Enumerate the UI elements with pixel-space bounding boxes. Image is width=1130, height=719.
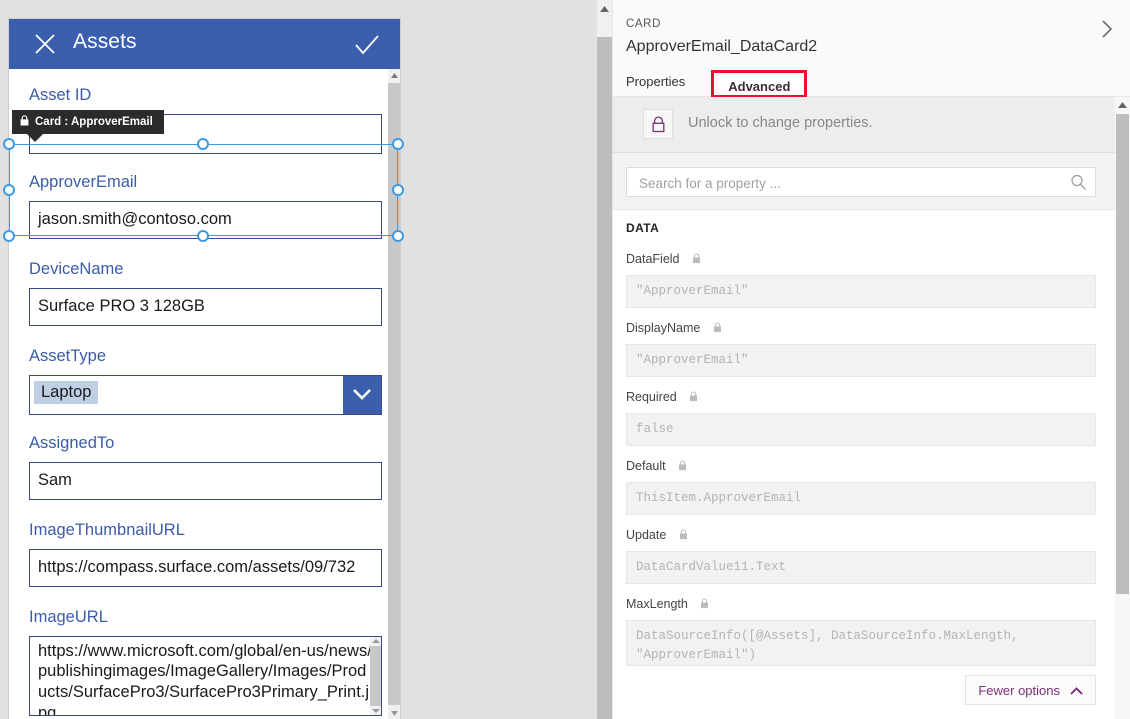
scroll-down-arrow-icon[interactable] (388, 707, 400, 719)
chevron-up-icon (1070, 683, 1083, 698)
property-label: DisplayName (626, 321, 701, 335)
properties-panel: CARD ApproverEmail_DataCard2 Properties … (612, 0, 1130, 719)
textarea-scrollbar[interactable] (370, 636, 381, 715)
data-card-asset-type[interactable]: AssetType Laptop (9, 348, 400, 415)
data-card-device-name[interactable]: DeviceName Surface PRO 3 128GB (9, 261, 400, 326)
form-app-bar: Assets (9, 19, 400, 69)
scroll-up-arrow-icon[interactable] (388, 69, 400, 81)
resize-handle-top-center[interactable] (197, 138, 209, 150)
resize-handle-bottom-right[interactable] (392, 230, 404, 242)
tab-advanced[interactable]: Advanced (711, 70, 808, 98)
data-card-image-thumbnail-url[interactable]: ImageThumbnailURL https://compass.surfac… (9, 522, 400, 587)
lock-icon (679, 527, 688, 540)
resize-handle-middle-right[interactable] (392, 184, 404, 196)
panel-control-name: ApproverEmail_DataCard2 (626, 38, 818, 55)
designer-canvas: Assets Asset ID ApproverEmail jason.smit… (0, 0, 612, 719)
property-search-area (613, 153, 1130, 210)
field-label: Asset ID (29, 86, 92, 104)
scroll-up-arrow-icon[interactable] (372, 638, 380, 643)
property-value[interactable]: "ApproverEmail" (626, 275, 1096, 309)
fewer-options-label: Fewer options (978, 682, 1060, 698)
property-value[interactable]: ThisItem.ApproverEmail (626, 482, 1096, 516)
field-label: AssignedTo (29, 434, 115, 452)
lock-banner: Unlock to change properties. (613, 97, 1130, 153)
field-label: ApproverEmail (29, 173, 138, 191)
search-icon[interactable] (1070, 174, 1087, 191)
field-input-assigned-to[interactable]: Sam (29, 461, 382, 500)
form-scroll-thumb[interactable] (388, 83, 400, 705)
section-title-data: DATA (626, 221, 660, 235)
property-label: Default (626, 459, 666, 473)
dropdown-selected-value: Laptop (34, 380, 99, 404)
property-value[interactable]: DataSourceInfo([@Assets], DataSourceInfo… (626, 620, 1096, 666)
panel-kicker: CARD (626, 18, 661, 30)
field-dropdown-asset-type[interactable]: Laptop (29, 374, 382, 415)
field-label: DeviceName (29, 260, 124, 278)
lock-icon (713, 320, 722, 333)
property-label: Update (626, 528, 667, 542)
lock-message: Unlock to change properties. (688, 115, 873, 131)
property-label: Required (626, 390, 677, 404)
tab-properties[interactable]: Properties (626, 70, 699, 95)
form-scrollbar[interactable] (388, 69, 400, 719)
field-input-image-thumbnail-url[interactable]: https://compass.surface.com/assets/09/73… (29, 548, 382, 587)
panel-scroll-thumb[interactable] (1116, 114, 1129, 594)
property-list: DATA DataField "ApproverEmail" DisplayNa… (613, 210, 1116, 719)
form-title: Assets (73, 30, 137, 53)
tooltip-tail (26, 133, 44, 142)
checkmark-icon[interactable] (354, 33, 380, 57)
property-value[interactable]: DataCardValue11.Text (626, 551, 1096, 585)
canvas-scroll-thumb[interactable] (597, 37, 612, 719)
scroll-up-arrow-icon[interactable] (1115, 97, 1130, 112)
edit-form: Asset ID ApproverEmail jason.smith@conto… (9, 69, 400, 719)
property-row-update: Update DataCardValue11.Text (626, 526, 1096, 585)
image-url-text: https://www.microsoft.com/global/en-us/n… (38, 641, 372, 716)
lock-icon (692, 251, 701, 264)
selection-tooltip: Card : ApproverEmail (12, 110, 164, 142)
lock-icon (678, 458, 687, 471)
data-card-approver-email[interactable]: ApproverEmail jason.smith@contoso.com (9, 174, 400, 239)
property-value[interactable]: false (626, 413, 1096, 447)
property-label: DataField (626, 252, 680, 266)
field-label: AssetType (29, 347, 107, 365)
scroll-down-arrow-icon[interactable] (372, 708, 380, 713)
panel-tabs: Properties Advanced (626, 70, 808, 98)
lock-icon (20, 115, 29, 129)
lock-icon[interactable] (643, 109, 673, 139)
close-icon[interactable] (33, 32, 57, 56)
data-card-assigned-to[interactable]: AssignedTo Sam (9, 435, 400, 500)
panel-scrollbar[interactable] (1115, 97, 1130, 719)
property-value[interactable]: "ApproverEmail" (626, 344, 1096, 378)
panel-header: CARD ApproverEmail_DataCard2 Properties … (613, 0, 1130, 98)
lock-icon (689, 389, 698, 402)
property-label: MaxLength (626, 597, 688, 611)
property-row-default: Default ThisItem.ApproverEmail (626, 457, 1096, 516)
scroll-up-arrow-icon[interactable] (597, 0, 612, 17)
field-label: ImageURL (29, 608, 108, 626)
property-row-required: Required false (626, 388, 1096, 447)
property-row-displayname: DisplayName "ApproverEmail" (626, 319, 1096, 378)
property-row-datafield: DataField "ApproverEmail" (626, 250, 1096, 309)
tooltip-text: Card : ApproverEmail (35, 116, 153, 128)
lock-icon (700, 596, 709, 609)
field-label: ImageThumbnailURL (29, 521, 185, 539)
data-card-image-url[interactable]: ImageURL https://www.microsoft.com/globa… (9, 609, 400, 716)
chevron-right-icon[interactable] (1096, 18, 1118, 40)
chevron-down-icon[interactable] (343, 375, 381, 414)
resize-handle-bottom-center[interactable] (197, 230, 209, 242)
search-input[interactable] (637, 168, 1061, 198)
search-box[interactable] (626, 167, 1096, 198)
resize-handle-middle-left[interactable] (3, 184, 15, 196)
resize-handle-top-right[interactable] (392, 138, 404, 150)
field-input-device-name[interactable]: Surface PRO 3 128GB (29, 287, 382, 326)
property-row-maxlength: MaxLength DataSourceInfo([@Assets], Data… (626, 595, 1096, 666)
resize-handle-top-left[interactable] (3, 138, 15, 150)
fewer-options-button[interactable]: Fewer options (965, 675, 1096, 705)
field-textarea-image-url[interactable]: https://www.microsoft.com/global/en-us/n… (29, 635, 382, 716)
textarea-scroll-thumb[interactable] (370, 645, 381, 706)
app-root: Assets Asset ID ApproverEmail jason.smit… (0, 0, 1130, 719)
canvas-scrollbar[interactable] (596, 0, 612, 719)
resize-handle-bottom-left[interactable] (3, 230, 15, 242)
